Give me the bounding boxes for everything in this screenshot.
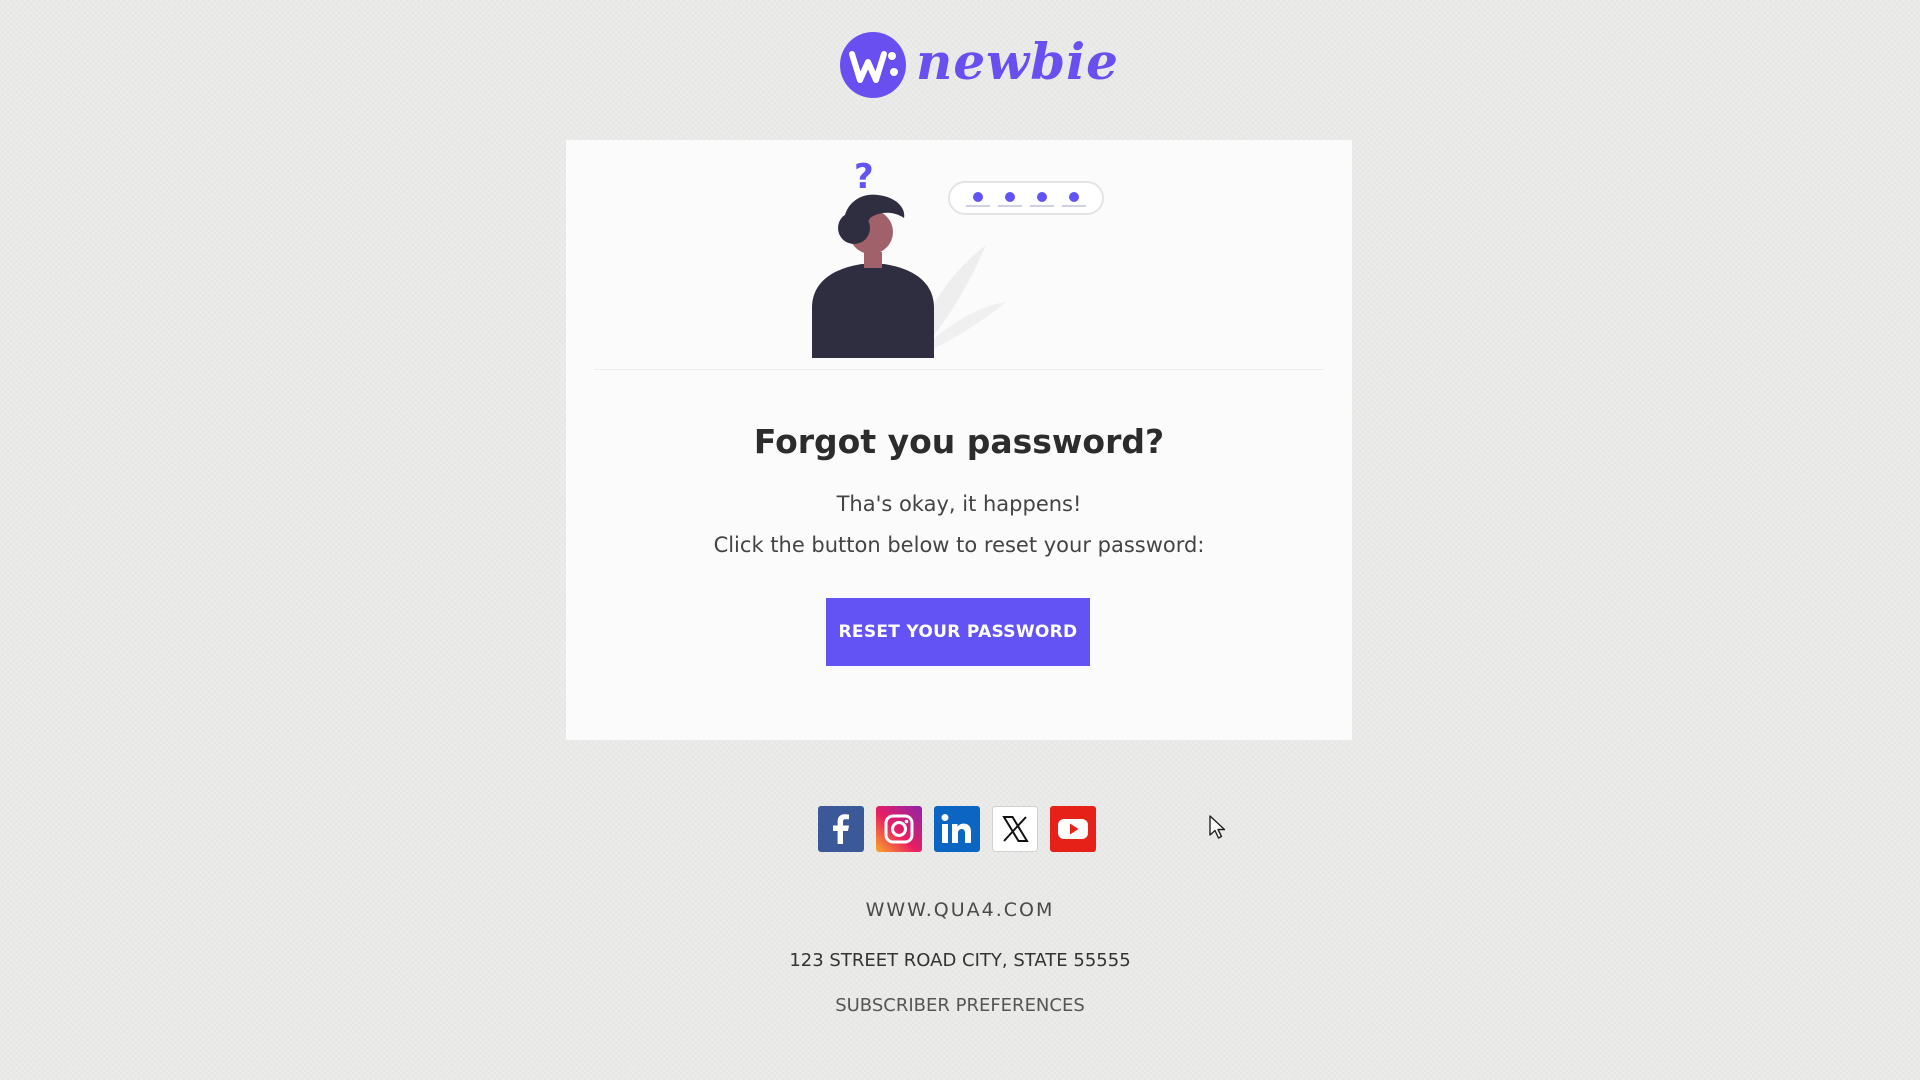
linkedin-link[interactable]: [934, 806, 980, 852]
instagram-link[interactable]: [876, 806, 922, 852]
question-mark: ?: [854, 157, 874, 197]
newbie-logo-icon: [840, 32, 906, 98]
social-links: [818, 806, 1096, 852]
x-link[interactable]: [992, 806, 1038, 852]
website-link[interactable]: WWW.QUA4.COM: [0, 899, 1920, 921]
person-forgot-password-illustration: ?: [812, 157, 1104, 358]
logo-text: newbie: [916, 32, 1119, 91]
x-icon: [992, 806, 1038, 852]
reset-password-card: ? Forgot you password? Tha's okay, it ha…: [566, 140, 1352, 740]
headline: Forgot you password?: [753, 422, 1165, 461]
youtube-icon: [1050, 806, 1096, 852]
instagram-icon: [876, 806, 922, 852]
postal-address: 123 STREET ROAD CITY, STATE 55555: [789, 950, 1131, 971]
facebook-link[interactable]: [818, 806, 864, 852]
youtube-link[interactable]: [1050, 806, 1096, 852]
hero-illustration: ?: [566, 140, 1352, 370]
card-divider: [594, 369, 1324, 370]
reassurance-text: Tha's okay, it happens!: [836, 492, 1082, 516]
subscriber-preferences-link[interactable]: SUBSCRIBER PREFERENCES: [0, 995, 1920, 1016]
linkedin-icon: [934, 806, 980, 852]
mouse-cursor-icon: [1209, 815, 1226, 839]
facebook-icon: [818, 806, 864, 852]
instruction-text: Click the button below to reset your pas…: [713, 533, 1205, 557]
reset-password-button[interactable]: RESET YOUR PASSWORD: [826, 598, 1090, 666]
brand-logo: newbie: [838, 28, 1119, 102]
